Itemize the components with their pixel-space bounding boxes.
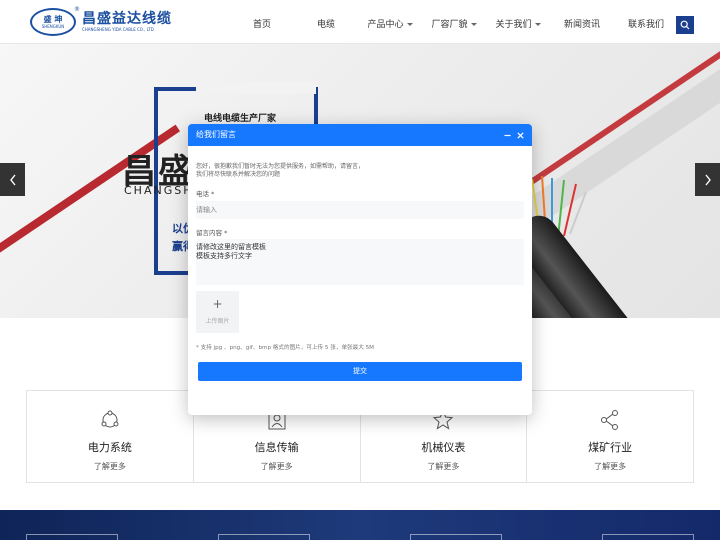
nav-item-products[interactable]: 产品中心 <box>358 0 422 44</box>
message-label: 留言内容 * <box>196 227 227 237</box>
dialog-description-line2: 我们将尽快联系并解决您的问题 <box>196 171 281 178</box>
logo-badge-cn: 盛 坤 <box>43 15 63 24</box>
share-nodes-icon <box>601 410 619 430</box>
dialog-description: 您好，很抱歉我们暂时无法为您提供服务，如需帮助，请留言， 我们将尽快联系并解决您… <box>196 163 364 179</box>
banner-prev-button[interactable] <box>0 163 25 196</box>
search-button[interactable] <box>676 16 694 34</box>
message-text-line1: 请修改这里的留言模板 <box>196 243 266 251</box>
nav-item-news[interactable]: 新闻资讯 <box>550 0 614 44</box>
industry-card[interactable]: 煤矿行业 了解更多 <box>527 391 693 482</box>
industry-card-title: 信息传输 <box>254 441 299 454</box>
brand-name-cn: 昌盛益达线缆 <box>82 11 172 27</box>
learn-more-link[interactable]: 了解更多 <box>194 461 360 472</box>
logo-text: 昌盛益达线缆 CHANGSHENG YIDA CABLE CO., LTD <box>82 11 172 33</box>
industry-card[interactable]: 电力系统 了解更多 <box>27 391 194 482</box>
upload-hint: * 支持 jpg 、png、gif、bmp 格式的图片，可上传 5 张，单张最大… <box>196 345 374 351</box>
logo-badge-en: SHENGKUN <box>41 24 65 29</box>
phone-input[interactable]: 请输入 <box>196 201 524 219</box>
learn-more-link[interactable]: 了解更多 <box>361 461 527 472</box>
nav-item-contact[interactable]: 联系我们 <box>614 0 678 44</box>
required-mark: * <box>211 190 215 198</box>
message-dialog: 给我们留言 您好，很抱歉我们暂时无法为您提供服务，如需帮助，请留言， 我们将尽快… <box>188 124 532 415</box>
banner-english-name: CHANGSH <box>124 184 194 197</box>
page: 盛 坤 SHENGKUN ® 昌盛益达线缆 CHANGSHENG YIDA CA… <box>0 0 720 540</box>
site-header: 盛 坤 SHENGKUN ® 昌盛益达线缆 CHANGSHENG YIDA CA… <box>0 0 720 44</box>
chevron-left-icon <box>9 174 16 185</box>
nav-item-home[interactable]: 首页 <box>230 0 294 44</box>
banner-next-button[interactable] <box>695 163 720 196</box>
banner-frame-gap <box>196 82 316 94</box>
brand-name-en: CHANGSHENG YIDA CABLE CO., LTD <box>82 27 154 32</box>
learn-more-link[interactable]: 了解更多 <box>27 461 193 472</box>
dialog-description-line1: 您好，很抱歉我们暂时无法为您提供服务，如需帮助，请留言， <box>196 163 365 170</box>
bottom-tile[interactable] <box>218 534 310 540</box>
bottom-tile[interactable] <box>410 534 502 540</box>
dialog-title: 给我们留言 <box>196 130 236 139</box>
nav-item-about[interactable]: 关于我们 <box>486 0 550 44</box>
submit-button[interactable]: 提交 <box>198 362 522 381</box>
power-network-icon <box>101 410 119 428</box>
dialog-controls <box>504 124 524 146</box>
nav-item-cable[interactable]: 电缆 <box>294 0 358 44</box>
required-mark: * <box>224 229 228 237</box>
phone-input-placeholder: 请输入 <box>196 206 217 214</box>
logo-badge: 盛 坤 SHENGKUN <box>30 8 76 36</box>
main-nav: 首页 电缆 产品中心 厂容厂貌 关于我们 新闻资讯 联系我们 <box>230 0 678 44</box>
chevron-right-icon <box>704 174 711 185</box>
logo[interactable]: 盛 坤 SHENGKUN ® 昌盛益达线缆 CHANGSHENG YIDA CA… <box>30 6 172 36</box>
phone-label: 电话 * <box>196 188 214 198</box>
bottom-band <box>0 510 720 540</box>
industry-card-title: 电力系统 <box>87 441 132 454</box>
bottom-tile[interactable] <box>602 534 694 540</box>
registered-mark: ® <box>74 6 80 13</box>
plus-icon: + <box>212 297 223 311</box>
industry-card-title: 煤矿行业 <box>588 441 633 454</box>
learn-more-link[interactable]: 了解更多 <box>527 461 693 472</box>
message-label-text: 留言内容 <box>196 229 222 237</box>
dialog-header: 给我们留言 <box>188 124 532 146</box>
bottom-tile[interactable] <box>26 534 118 540</box>
search-icon <box>680 20 690 30</box>
message-textarea[interactable]: 请修改这里的留言模板 模板支持多行文字 <box>196 239 524 285</box>
minimize-icon[interactable] <box>504 132 511 139</box>
upload-image-label: 上传图片 <box>205 318 230 325</box>
message-text-line2: 模板支持多行文字 <box>196 252 252 260</box>
phone-label-text: 电话 <box>196 190 209 198</box>
industry-card-title: 机械仪表 <box>421 441 466 454</box>
close-icon[interactable] <box>517 131 524 139</box>
nav-item-factory[interactable]: 厂容厂貌 <box>422 0 486 44</box>
upload-image-button[interactable]: + 上传图片 <box>196 291 239 333</box>
